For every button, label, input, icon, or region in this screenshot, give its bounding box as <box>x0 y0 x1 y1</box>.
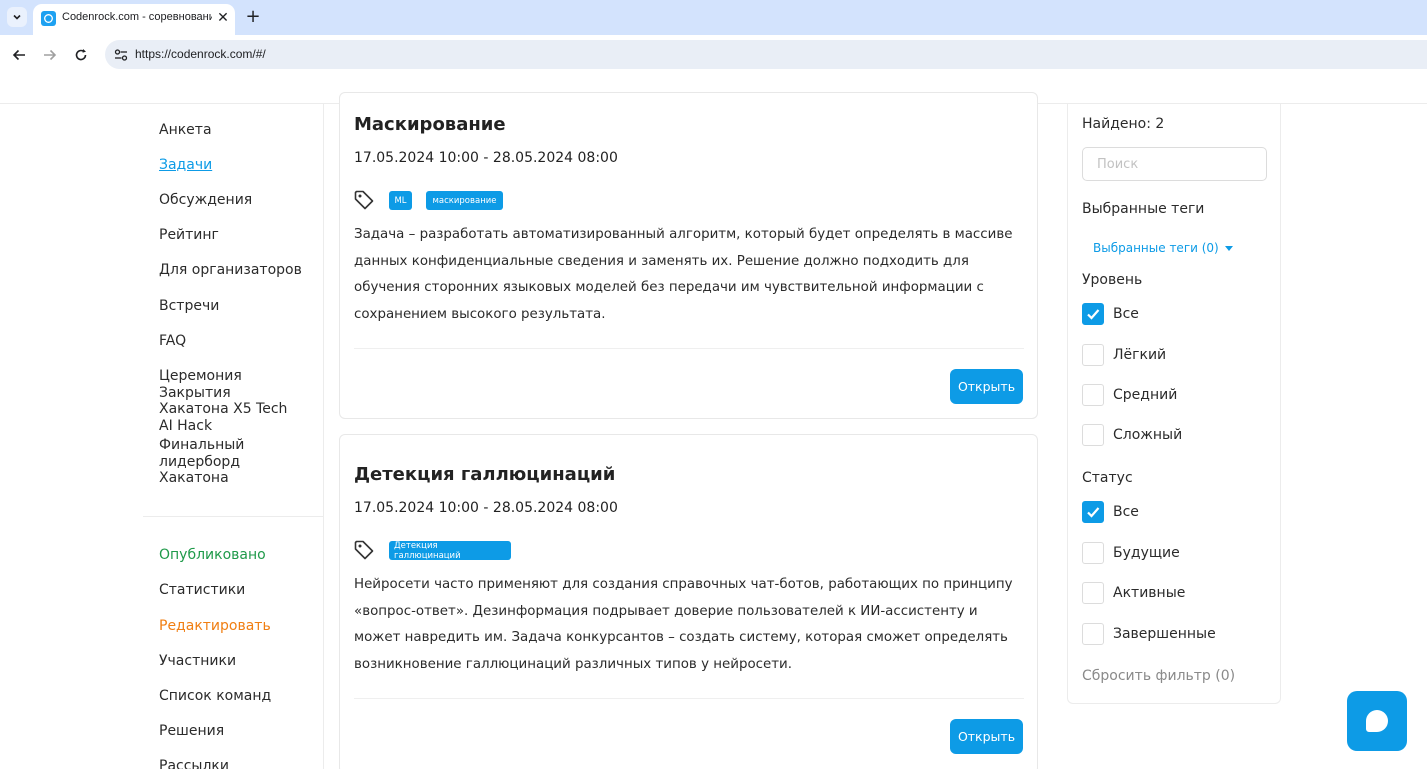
checkbox-label: Активные <box>1113 585 1186 601</box>
browser-tab[interactable]: Codenrock.com - соревнования ✕ <box>33 4 235 35</box>
selected-tags-dropdown[interactable]: Выбранные теги (0) <box>1093 241 1233 255</box>
caret-down-icon <box>1224 245 1233 251</box>
sidebar-item-closing-ceremony[interactable]: Церемония Закрытия Хакатона X5 Tech AI H… <box>159 368 299 434</box>
checkbox-label: Сложный <box>1113 427 1183 443</box>
reload-icon[interactable] <box>70 44 92 66</box>
selected-tags-dropdown-label: Выбранные теги (0) <box>1093 241 1219 255</box>
checkbox-label: Все <box>1113 306 1139 322</box>
sidebar-item-published[interactable]: Опубликовано <box>159 547 319 564</box>
site-favicon-icon <box>41 11 56 26</box>
tab-title: Codenrock.com - соревнования <box>62 11 212 23</box>
browser-tabstrip: Codenrock.com - соревнования ✕ + <box>0 0 1427 35</box>
checkbox-label: Средний <box>1113 387 1178 403</box>
sidebar-item-meetings[interactable]: Встречи <box>159 298 319 315</box>
tag-icon <box>354 190 374 210</box>
checkbox[interactable] <box>1082 542 1104 564</box>
tag-badge[interactable]: ML <box>389 191 412 210</box>
reset-filter-link[interactable]: Сбросить фильтр (0) <box>1082 668 1235 684</box>
checkbox[interactable] <box>1082 384 1104 406</box>
task-dates: 17.05.2024 10:00 - 28.05.2024 08:00 <box>354 500 618 516</box>
sidebar-item-rating[interactable]: Рейтинг <box>159 227 319 244</box>
checkbox[interactable] <box>1082 623 1104 645</box>
sidebar-item-statistics[interactable]: Статистики <box>159 582 319 599</box>
checkbox-label: Лёгкий <box>1113 347 1167 363</box>
level-option-medium[interactable]: Средний <box>1082 384 1177 406</box>
back-arrow-icon[interactable] <box>8 44 30 66</box>
sidebar-nav: Анкета Задачи Обсуждения Рейтинг Для орг… <box>143 104 324 769</box>
checkmark-icon <box>1087 309 1100 320</box>
tab-search-button[interactable] <box>7 7 27 27</box>
task-description: Нейросети часто применяют для создания с… <box>354 577 1013 672</box>
open-task-button[interactable]: Открыть <box>950 719 1023 754</box>
new-tab-plus-icon[interactable]: + <box>242 5 264 27</box>
sidebar-item-participants[interactable]: Участники <box>159 653 319 670</box>
sidebar-divider <box>143 516 324 517</box>
sidebar-item-faq[interactable]: FAQ <box>159 333 319 350</box>
card-divider <box>354 348 1024 349</box>
results-count: Найдено: 2 <box>1082 116 1165 132</box>
task-card: Маскирование 17.05.2024 10:00 - 28.05.20… <box>339 92 1038 419</box>
task-title[interactable]: Маскирование <box>354 114 506 135</box>
checkbox[interactable] <box>1082 344 1104 366</box>
checkmark-icon <box>1087 507 1100 518</box>
level-option-all[interactable]: Все <box>1082 303 1139 325</box>
status-label: Статус <box>1082 470 1133 486</box>
level-option-hard[interactable]: Сложный <box>1082 424 1182 446</box>
open-task-button[interactable]: Открыть <box>950 369 1023 404</box>
sidebar-item-final-leaderboard[interactable]: Финальный лидерборд Хакатона <box>159 437 269 487</box>
url-text: https://codenrock.com/#/ <box>135 47 266 61</box>
sidebar-item-organizers[interactable]: Для организаторов <box>159 262 319 279</box>
tag-icon <box>354 540 374 560</box>
tag-badge[interactable]: маскирование <box>426 191 503 210</box>
level-option-easy[interactable]: Лёгкий <box>1082 344 1166 366</box>
task-description: Задача – разработать автоматизированный … <box>354 227 1013 322</box>
site-settings-icon[interactable] <box>113 47 129 63</box>
chevron-down-icon <box>13 14 21 20</box>
checkbox-checked[interactable] <box>1082 303 1104 325</box>
checkbox-label: Все <box>1113 504 1139 520</box>
sidebar-item-anketa[interactable]: Анкета <box>159 122 319 139</box>
chat-bubble-icon <box>1366 710 1388 732</box>
task-title[interactable]: Детекция галлюцинаций <box>354 464 615 485</box>
tag-badge[interactable]: Детекция галлюцинаций <box>389 541 511 561</box>
task-card: Детекция галлюцинаций 17.05.2024 10:00 -… <box>339 434 1038 769</box>
checkbox-checked[interactable] <box>1082 501 1104 523</box>
status-option-future[interactable]: Будущие <box>1082 542 1180 564</box>
forward-arrow-icon[interactable] <box>39 44 61 66</box>
status-option-finished[interactable]: Завершенные <box>1082 623 1216 645</box>
browser-toolbar: https://codenrock.com/#/ <box>0 35 1427 74</box>
checkbox[interactable] <box>1082 582 1104 604</box>
task-dates: 17.05.2024 10:00 - 28.05.2024 08:00 <box>354 150 618 166</box>
level-label: Уровень <box>1082 272 1143 288</box>
sidebar-item-tasks[interactable]: Задачи <box>159 157 319 174</box>
sidebar-item-mailings[interactable]: Рассылки <box>159 758 319 769</box>
sidebar-item-solutions[interactable]: Решения <box>159 723 319 740</box>
sidebar-item-edit[interactable]: Редактировать <box>159 618 319 635</box>
sidebar-item-discussions[interactable]: Обсуждения <box>159 192 319 209</box>
search-input[interactable] <box>1082 147 1267 181</box>
close-tab-icon[interactable]: ✕ <box>215 9 231 27</box>
checkbox-label: Завершенные <box>1113 626 1216 642</box>
card-divider <box>354 698 1024 699</box>
status-option-active[interactable]: Активные <box>1082 582 1185 604</box>
sidebar-item-teams[interactable]: Список команд <box>159 688 319 705</box>
selected-tags-label: Выбранные теги <box>1082 201 1205 217</box>
checkbox[interactable] <box>1082 424 1104 446</box>
status-option-all[interactable]: Все <box>1082 501 1139 523</box>
checkbox-label: Будущие <box>1113 545 1180 561</box>
address-bar[interactable]: https://codenrock.com/#/ <box>105 40 1427 69</box>
filter-panel: Найдено: 2 Выбранные теги Выбранные теги… <box>1067 104 1281 704</box>
chat-widget-button[interactable] <box>1347 691 1407 751</box>
